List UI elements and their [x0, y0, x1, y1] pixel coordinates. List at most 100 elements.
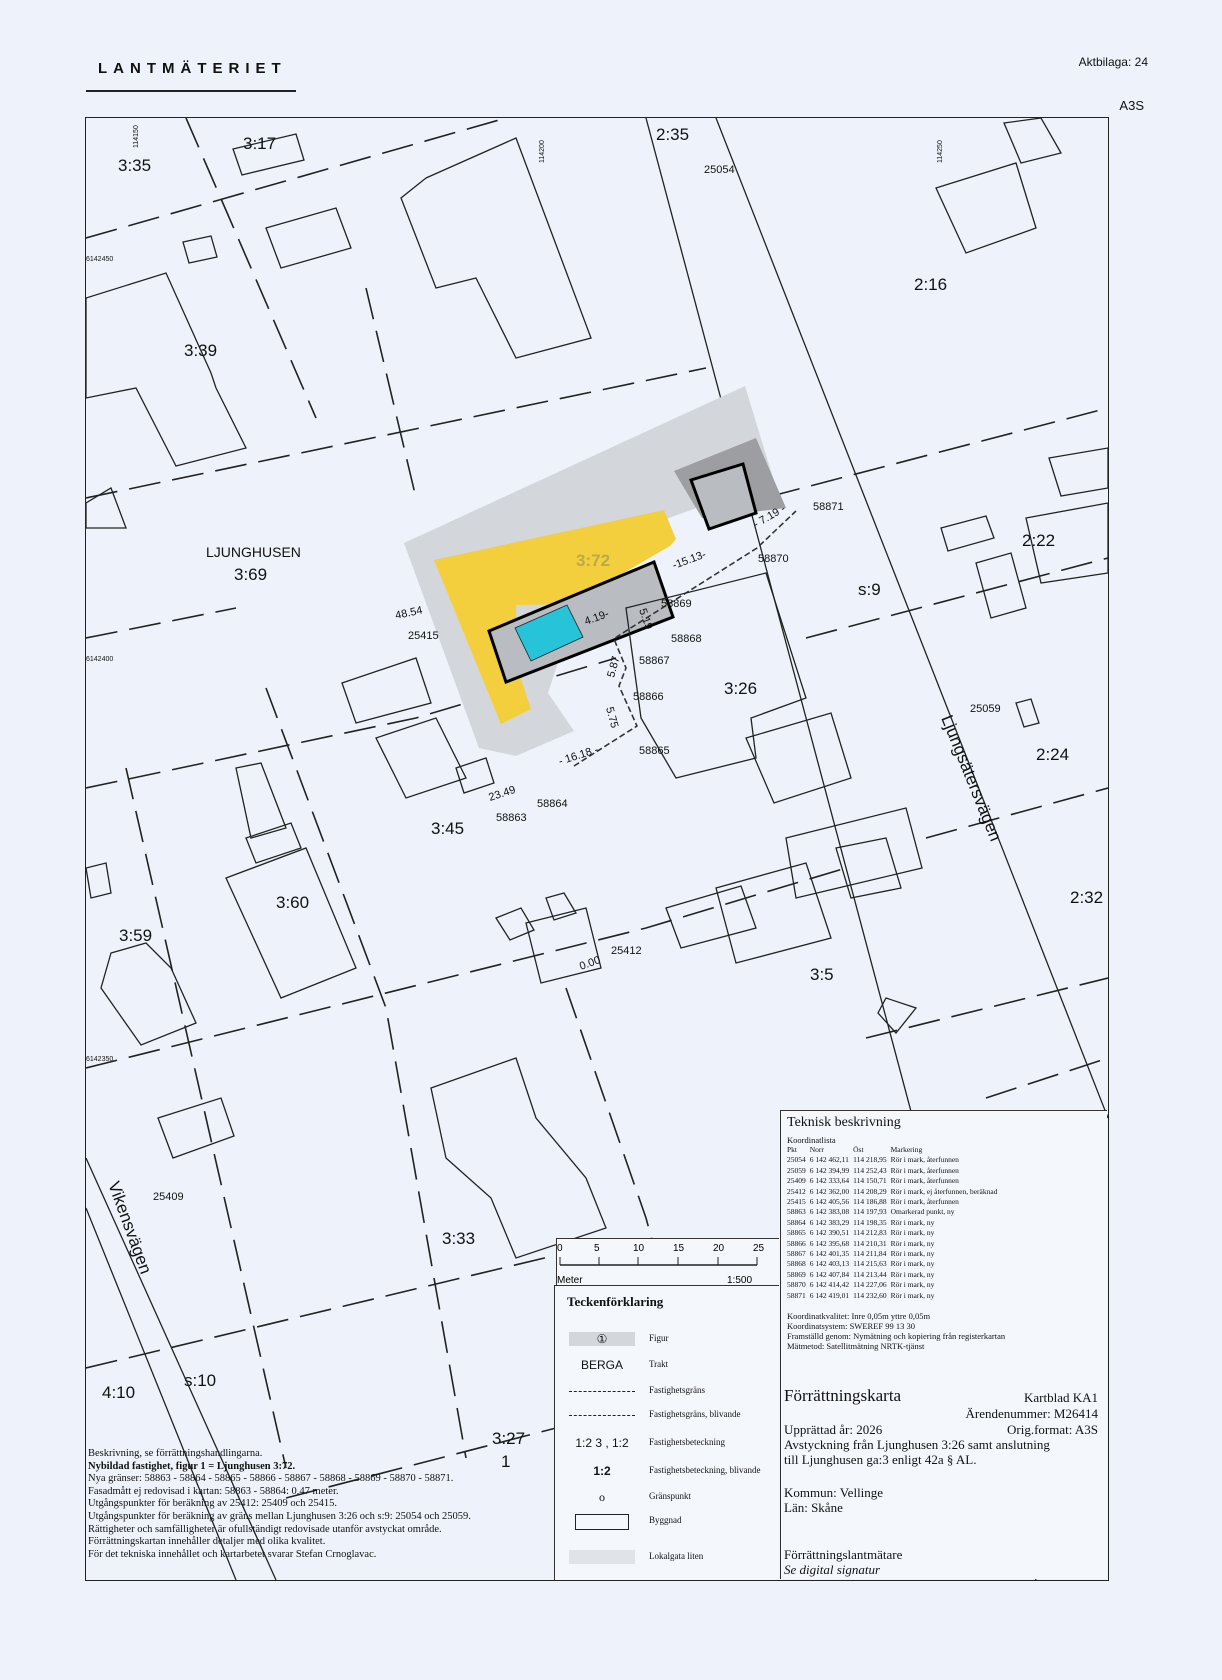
coord-114250: 114250: [937, 140, 944, 163]
label-s-9: s:9: [858, 580, 881, 599]
building: [665, 885, 757, 949]
label-2-16: 2:16: [914, 275, 947, 294]
label-3-26: 3:26: [724, 679, 757, 698]
cell: 6 142 383,08: [809, 1207, 850, 1217]
coord-6142450: 6142450: [86, 256, 113, 263]
table-row: 58869 6 142 407,84 114 213,44 Rör i mark, n…: [787, 1270, 1001, 1280]
cell: 6 142 395,68: [809, 1238, 850, 1248]
cell: 6 142 362,00: [809, 1186, 850, 1196]
legend-text: Fastighetsbeteckning, blivande: [649, 1465, 761, 1475]
point-58867: 58867: [639, 655, 670, 667]
cell: Rör i mark, ny: [890, 1249, 935, 1259]
table-row: 58865 6 142 390,51 114 212,83 Rör i mark, n…: [787, 1228, 1001, 1238]
point-58863: 58863: [496, 812, 527, 824]
point-58865: 58865: [639, 745, 670, 757]
cell: 6 142 419,01: [809, 1290, 850, 1300]
building: [182, 235, 218, 264]
building: [225, 847, 357, 999]
boundary-line: [185, 117, 317, 419]
cell: 58871: [787, 1290, 806, 1300]
boundary-line: [125, 767, 287, 1469]
cell: 25059: [787, 1165, 806, 1175]
legend-text: Figur: [649, 1333, 669, 1343]
label-3-27: 3:27: [492, 1429, 525, 1448]
legend-text: Lokalgata liten: [649, 1551, 704, 1561]
lantmatare: Förrättningslantmätare: [784, 1547, 903, 1562]
legend-row-trakt: BERGA Trakt: [555, 1356, 779, 1376]
table-header: Öst: [853, 1145, 864, 1154]
cell: Rör i mark, ny: [890, 1290, 935, 1300]
cell: 6 142 333,64: [809, 1176, 850, 1186]
measure-16-18: - 16.18 -: [557, 744, 600, 768]
building: [1015, 698, 1040, 728]
coord-system: Koordinatsystem: SWEREF 99 13 30: [787, 1321, 915, 1332]
label-s-10: s:10: [184, 1371, 216, 1390]
cell: 58867: [787, 1249, 806, 1259]
label-3-17: 3:17: [243, 134, 276, 153]
cell: 25409: [787, 1176, 806, 1186]
aktbilaga-label: Aktbilaga: 24: [1078, 55, 1148, 69]
legend-row-byggnad: Byggnad: [555, 1512, 779, 1532]
measure-5-75: 5.75: [603, 706, 620, 730]
building: [975, 552, 1027, 619]
point-58871: 58871: [813, 501, 844, 513]
table-row: 58864 6 142 383,29 114 198,35 Rör i mark, n…: [787, 1218, 1001, 1228]
point-25409: 25409: [153, 1191, 184, 1203]
point-58866: 58866: [633, 691, 664, 703]
building: [940, 515, 995, 552]
cell: 58868: [787, 1259, 806, 1269]
legend-row-fbet: 1:2 3 , 1:2 Fastighetsbeteckning: [555, 1434, 779, 1454]
legend: Teckenförklaring ① Figur BERGA Trakt Fas…: [554, 1285, 779, 1580]
legend-text: Fastighetsgräns, blivande: [649, 1409, 741, 1419]
legend-row-figur: ① Figur: [555, 1330, 779, 1350]
point-58869: 58869: [661, 598, 692, 610]
cell: 25415: [787, 1197, 806, 1207]
boundary-new-icon: [569, 1415, 635, 1416]
scale-tick-25: 25: [753, 1243, 765, 1254]
cell: 6 142 401,35: [809, 1249, 850, 1259]
boundary-line: [805, 557, 1109, 639]
building: [525, 907, 602, 984]
cell: 114 150,71: [853, 1176, 887, 1186]
point-58868: 58868: [671, 633, 702, 645]
building-icon: [575, 1514, 629, 1530]
cell: Rör i mark, ej återfunnen, beräknad: [890, 1186, 998, 1196]
table-row: 58863 6 142 383,08 114 197,93 Omarkerad pun…: [787, 1207, 1001, 1217]
coord-114150: 114150: [133, 125, 140, 148]
desc-line: Rättigheter och samfälligheter är ofulls…: [88, 1523, 442, 1535]
label-3-45: 3:45: [431, 819, 464, 838]
scale-bar-box: 0 5 10 15 20 25 Meter 1:500: [556, 1238, 779, 1287]
point-icon: o: [599, 1490, 605, 1504]
desc-line: Nybildad fastighet, figur 1 = Ljunghusen…: [88, 1460, 296, 1472]
street-icon: [569, 1550, 635, 1564]
cell: 58863: [787, 1207, 806, 1217]
cell: 6 142 462,11: [809, 1155, 849, 1165]
label-2-35: 2:35: [656, 125, 689, 144]
legend-text: Fastighetsbeteckning: [649, 1437, 725, 1447]
legend-text: Trakt: [649, 1359, 669, 1369]
designation-icon: 1:2 3 , 1:2: [575, 1436, 629, 1450]
signatur: Se digital signatur: [784, 1562, 881, 1577]
logo-scale-bar: [86, 82, 296, 92]
figur-icon: ①: [569, 1332, 635, 1346]
table-row: 58871 6 142 419,01 114 232,60 Rör i mark, n…: [787, 1291, 1001, 1301]
desc-line: Beskrivning, se förrättningshandlingarna…: [88, 1448, 263, 1459]
scale-tick-0: 0: [557, 1243, 563, 1254]
scale-tick-15: 15: [673, 1243, 685, 1254]
table-header: Norr: [809, 1145, 824, 1154]
building: [100, 942, 197, 1046]
building: [85, 862, 112, 899]
boundary-line: [265, 687, 467, 1459]
trakt-icon: BERGA: [580, 1358, 623, 1372]
arendenummer: Ärendenummer: M26414: [965, 1406, 1098, 1421]
table-row: 25059 6 142 394,99 114 252,43 Rör i mark, å…: [787, 1166, 1001, 1176]
cell: 114 198,35: [853, 1217, 887, 1227]
table-row: 25409 6 142 333,64 114 150,71 Rör i mark, å…: [787, 1176, 1001, 1186]
legend-row-lokalgata: Lokalgata liten: [555, 1548, 779, 1568]
building: [455, 757, 495, 794]
table-row: 25412 6 142 362,00 114 208,29 Rör i mark, e…: [787, 1187, 1001, 1197]
coord-6142400: 6142400: [86, 656, 113, 663]
format-label: A3S: [1119, 98, 1144, 113]
cell: 6 142 394,99: [809, 1165, 850, 1175]
boundary-line: [985, 1057, 1109, 1099]
